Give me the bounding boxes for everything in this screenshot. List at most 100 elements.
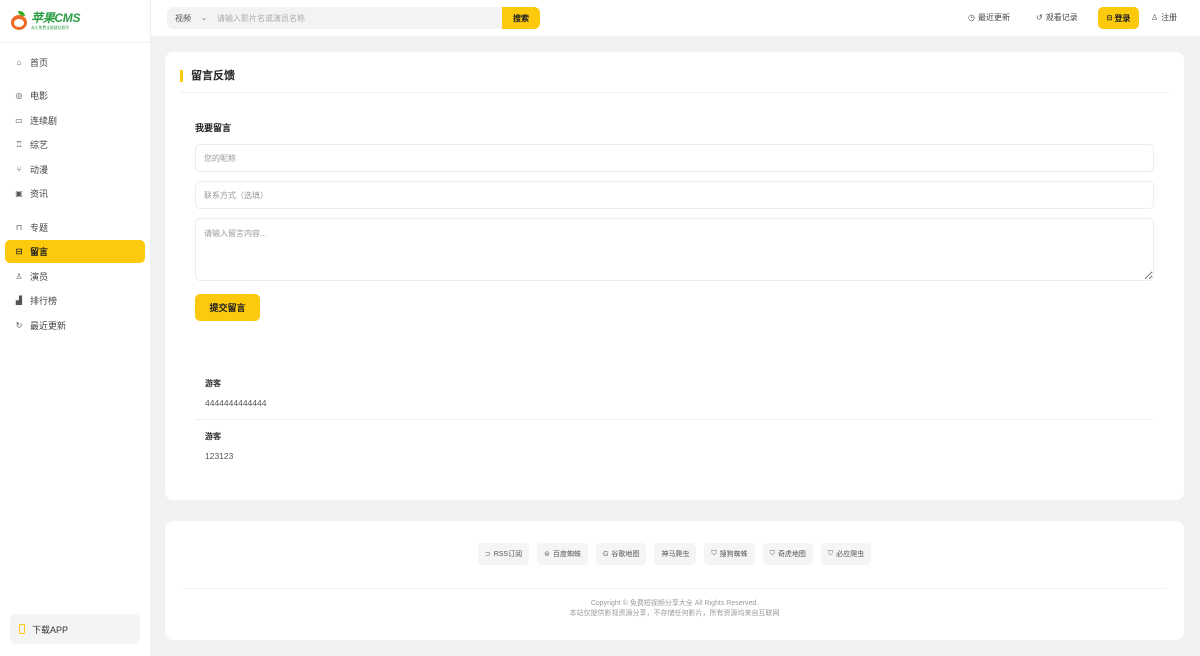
copyright-line: Copyright © 免费短视频分享大全 All Rights Reserve… [590,600,759,607]
qihoo-icon: ⛉ [769,550,775,557]
form-label: 我要留言 [195,123,232,133]
logo[interactable]: 苹果CMS 永久免费全能建站程序 [10,11,80,31]
footer-link-label: 百度蜘蛛 [552,551,581,558]
footer-link-label: 谷歌地图 [611,551,640,558]
footer-link-rss[interactable]: ⊃ RSS订阅 [477,543,530,565]
film-icon: ◎ [15,91,23,100]
sidebar-item-movies[interactable]: ◎ 电影 [5,84,145,107]
guestbook-card: 留言反馈 我要留言 提交留言 游客 4444444444444 游客 12312… [165,52,1184,500]
watch-history-label: 观看记录 [1045,13,1078,22]
sidebar-item-label: 资讯 [30,189,49,199]
nickname-field[interactable] [195,144,1154,172]
actor-icon: ♙ [15,272,23,281]
footer-link-sogou[interactable]: ⛉ 搜狗蜘蛛 [704,543,755,565]
message-icon: ⊟ [15,247,23,256]
sogou-icon: ⛉ [711,550,717,557]
bookmark-icon: ⊓ [15,223,23,232]
page-title: 留言反馈 [180,70,235,82]
search-input[interactable] [211,13,502,23]
sidebar-item-label: 最近更新 [30,321,67,331]
sidebar-item-anime[interactable]: ⑂ 动漫 [5,158,145,181]
footer-link-bing[interactable]: ⛉ 必应爬虫 [820,543,872,565]
bing-icon: ⛉ [827,550,834,557]
submit-message-button[interactable]: 提交留言 [195,294,260,321]
message-content: 123123 [205,451,234,461]
login-button[interactable]: ⊟ 登录 [1098,7,1139,29]
sidebar-item-label: 排行榜 [30,296,58,306]
apple-logo-icon [10,11,28,31]
history-icon: ↺ [1036,13,1043,22]
sidebar-item-topics[interactable]: ⊓ 专题 [5,216,145,239]
sidebar-item-home[interactable]: ⌂ 首页 [5,51,145,74]
sidebar-item-label: 连续剧 [30,116,58,126]
footer-link-baidu[interactable]: ⊜ 百度蜘蛛 [537,543,588,565]
chevron-down-icon: ⌄ [201,15,207,22]
footer-link-qihoo[interactable]: ⛉ 奇虎地图 [762,543,813,565]
message-divider [195,419,1154,420]
sidebar-item-recent[interactable]: ↻ 最近更新 [5,314,145,337]
sidebar-item-label: 动漫 [30,165,49,175]
message-author: 游客 [205,379,221,388]
sidebar-item-label: 电影 [30,91,49,101]
footer-link-google[interactable]: G 谷歌地图 [595,543,647,565]
sidebar-item-label: 留言 [30,247,49,257]
sidebar-item-label: 综艺 [30,140,49,150]
message-content: 4444444444444 [205,398,267,408]
copyright: Copyright © 免费短视频分享大全 All Rights Reserve… [165,599,1184,619]
sidebar-item-variety[interactable]: ♖ 综艺 [5,133,145,156]
download-app-label: 下载APP [32,624,69,635]
footer-link-shenma[interactable]: 神马爬虫 [654,543,697,565]
phone-icon [19,624,25,634]
rss-icon: ⊃ [484,551,491,558]
sidebar-item-label: 演员 [30,272,49,282]
google-icon: G [602,550,609,558]
list-item: 游客 4444444444444 [205,378,266,408]
search-category-select[interactable]: 视频 ⌄ [167,13,211,24]
footer-link-label: 奇虎地图 [777,551,806,558]
recent-updates-link[interactable]: ◷ 最近更新 [968,12,1010,23]
sidebar-item-guestbook[interactable]: ⊟ 留言 [5,240,145,263]
download-app-button[interactable]: 下载APP [10,614,140,644]
message-author: 游客 [205,432,221,441]
logo-subtitle: 永久免费全能建站程序 [31,25,69,30]
clock-icon: ◷ [968,13,975,22]
footer-divider [183,588,1166,589]
refresh-icon: ↻ [15,321,23,330]
contact-field[interactable] [195,181,1154,209]
home-icon: ⌂ [16,58,22,67]
disclaimer-line: 本站仅提供影视资源分享，不存储任何影片，所有资源均来自互联网 [569,610,780,617]
message-content-textarea[interactable] [195,218,1154,281]
sidebar-item-ranking[interactable]: ▟ 排行榜 [5,289,145,312]
variety-icon: ♖ [15,140,23,149]
ranking-icon: ▟ [15,296,23,305]
recent-updates-label: 最近更新 [977,13,1010,22]
sidebar-item-label: 首页 [30,58,49,68]
title-divider [180,92,1169,93]
footer: ⊃ RSS订阅 ⊜ 百度蜘蛛 G 谷歌地图 神马爬虫 ⛉ 搜狗蜘蛛 ⛉ 奇虎地图… [165,521,1184,640]
list-item: 游客 123123 [205,431,233,461]
tv-icon: ▭ [15,116,23,125]
sidebar-item-series[interactable]: ▭ 连续剧 [5,109,145,132]
footer-links: ⊃ RSS订阅 ⊜ 百度蜘蛛 G 谷歌地图 神马爬虫 ⛉ 搜狗蜘蛛 ⛉ 奇虎地图… [165,543,1184,565]
sidebar: 苹果CMS 永久免费全能建站程序 ⌂ 首页 ◎ 电影 ▭ 连续剧 ♖ 综艺 ⑂ … [0,0,151,656]
search-bar: 视频 ⌄ 搜索 [167,7,540,29]
top-header: 视频 ⌄ 搜索 ◷ 最近更新 ↺ 观看记录 ⊟ 登录 ♙ 注册 [151,0,1200,36]
watch-history-link[interactable]: ↺ 观看记录 [1036,12,1078,23]
user-icon: ♙ [1151,13,1159,22]
news-icon: ▣ [15,189,23,198]
login-icon: ⊟ [1106,15,1113,22]
register-label: 注册 [1161,13,1178,22]
sidebar-item-news[interactable]: ▣ 资讯 [5,182,145,205]
footer-link-label: 搜狗蜘蛛 [719,551,748,558]
footer-link-label: 神马爬虫 [661,551,690,558]
search-button[interactable]: 搜索 [502,7,540,29]
sidebar-item-actors[interactable]: ♙ 演员 [5,265,145,288]
footer-link-label: RSS订阅 [493,551,523,558]
baidu-icon: ⊜ [544,551,550,558]
sidebar-divider [0,42,151,43]
anime-icon: ⑂ [16,165,22,174]
sidebar-item-label: 专题 [30,223,49,233]
footer-link-label: 必应爬虫 [836,551,865,558]
register-link[interactable]: ♙ 注册 [1151,12,1177,23]
search-category-value: 视频 [175,13,191,23]
